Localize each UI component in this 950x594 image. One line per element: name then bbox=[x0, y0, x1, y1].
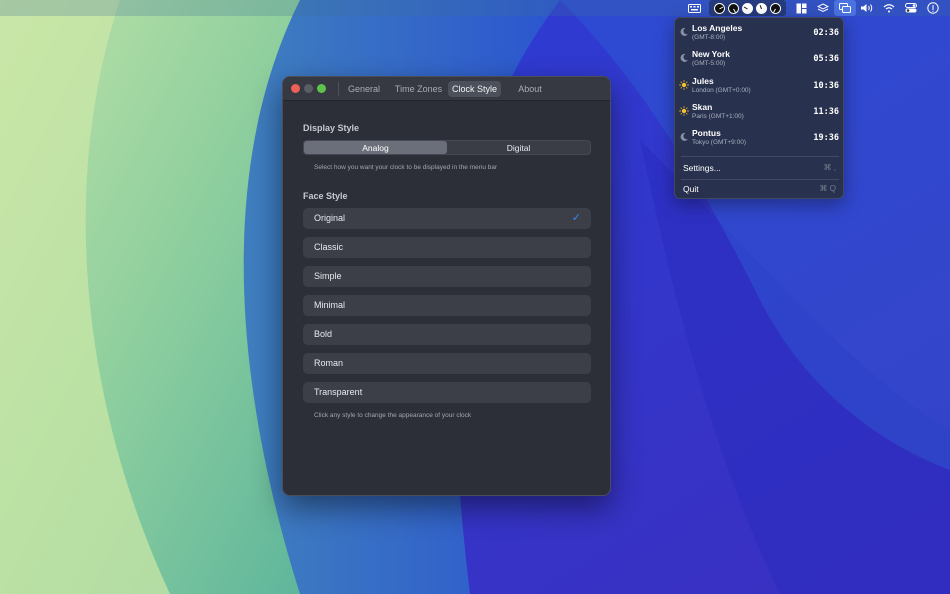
time-zone-row-new-york[interactable]: New York (GMT-5:00) 05:36 bbox=[675, 47, 845, 73]
face-style-label: Original bbox=[314, 213, 346, 223]
settings-window: General Time Zones Clock Style About Dis… bbox=[282, 76, 611, 496]
moon-icon bbox=[680, 53, 688, 62]
app-window-icon[interactable] bbox=[834, 0, 856, 16]
quit-shortcut: ⌘ Q bbox=[819, 184, 836, 193]
clock-icon bbox=[714, 2, 725, 14]
face-style-label: Minimal bbox=[314, 300, 346, 310]
face-style-label: Roman bbox=[314, 358, 344, 368]
digital-option[interactable]: Digital bbox=[447, 141, 590, 154]
quit-menu-item[interactable]: Quit ⌘ Q bbox=[675, 180, 845, 198]
time-zone-time: 19:36 bbox=[813, 133, 839, 143]
settings-label: Settings... bbox=[683, 163, 721, 173]
analog-option[interactable]: Analog bbox=[304, 141, 447, 154]
minimize-window-button[interactable] bbox=[304, 84, 313, 93]
sun-icon bbox=[679, 106, 689, 116]
face-style-heading: Face Style bbox=[303, 191, 348, 201]
time-zone-offset: London (GMT+0:00) bbox=[692, 87, 751, 94]
face-style-label: Transparent bbox=[314, 387, 363, 397]
quit-label: Quit bbox=[683, 184, 699, 194]
layers-icon[interactable] bbox=[812, 0, 834, 16]
face-style-option-classic[interactable]: Classic bbox=[303, 237, 591, 258]
face-style-hint: Click any style to change the appearance… bbox=[314, 412, 472, 419]
face-style-label: Bold bbox=[314, 329, 333, 339]
tab-divider bbox=[338, 82, 339, 96]
checkmark-icon: ✓ bbox=[571, 212, 581, 224]
clock-icon bbox=[770, 2, 781, 14]
face-style-label: Simple bbox=[314, 271, 342, 281]
menu-bar bbox=[0, 0, 950, 16]
volume-icon[interactable] bbox=[856, 0, 878, 16]
time-zone-name: Skan bbox=[692, 102, 713, 112]
time-zone-name: Jules bbox=[692, 76, 714, 86]
time-zone-row-jules[interactable]: Jules London (GMT+0:00) 10:36 bbox=[675, 74, 845, 100]
face-style-option-roman[interactable]: Roman bbox=[303, 353, 591, 374]
display-style-segmented-control: Analog Digital bbox=[303, 140, 591, 155]
clock-icon bbox=[742, 2, 753, 14]
settings-shortcut: ⌘ , bbox=[823, 163, 836, 172]
moon-icon bbox=[680, 132, 688, 141]
time-zone-offset: Tokyo (GMT+9:00) bbox=[692, 139, 747, 146]
time-zone-offset: (GMT-5:00) bbox=[692, 60, 726, 67]
menu-separator bbox=[681, 156, 839, 157]
settings-menu-item[interactable]: Settings... ⌘ , bbox=[675, 159, 845, 177]
moon-icon bbox=[680, 27, 688, 36]
maximize-window-button[interactable] bbox=[317, 84, 326, 93]
time-zone-time: 11:36 bbox=[813, 107, 839, 117]
tab-general[interactable]: General bbox=[343, 81, 385, 97]
time-zone-row-los-angeles[interactable]: Los Angeles (GMT-8:00) 02:36 bbox=[675, 21, 845, 47]
time-zone-offset: (GMT-8:00) bbox=[692, 34, 726, 41]
world-clock-dropdown-menu: Los Angeles (GMT-8:00) 02:36 New York (G… bbox=[674, 17, 844, 199]
tab-clock-style[interactable]: Clock Style bbox=[448, 81, 501, 97]
time-zone-row-skan[interactable]: Skan Paris (GMT+1:00) 11:36 bbox=[675, 100, 845, 126]
world-clock-status-item[interactable] bbox=[709, 0, 786, 16]
time-zone-row-pontus[interactable]: Pontus Tokyo (GMT+9:00) 19:36 bbox=[675, 126, 845, 152]
window-layout-icon[interactable] bbox=[790, 0, 812, 16]
keyboard-icon[interactable] bbox=[683, 0, 705, 16]
face-style-option-transparent[interactable]: Transparent bbox=[303, 382, 591, 403]
display-style-hint: Select how you want your clock to be dis… bbox=[314, 164, 498, 171]
time-zone-time: 05:36 bbox=[813, 54, 839, 64]
sun-icon bbox=[679, 80, 689, 90]
wifi-icon[interactable] bbox=[878, 0, 900, 16]
face-style-label: Classic bbox=[314, 242, 344, 252]
display-style-heading: Display Style bbox=[303, 123, 360, 133]
time-zone-time: 10:36 bbox=[813, 81, 839, 91]
close-window-button[interactable] bbox=[291, 84, 300, 93]
time-zone-name: Pontus bbox=[692, 128, 721, 138]
time-zone-name: Los Angeles bbox=[692, 23, 743, 33]
time-zone-offset: Paris (GMT+1:00) bbox=[692, 113, 744, 120]
clock-icon bbox=[728, 2, 739, 14]
tab-time-zones[interactable]: Time Zones bbox=[392, 81, 445, 97]
time-zone-name: New York bbox=[692, 49, 730, 59]
menu-bar-status-items bbox=[683, 0, 944, 16]
face-style-option-bold[interactable]: Bold bbox=[303, 324, 591, 345]
window-titlebar: General Time Zones Clock Style About bbox=[283, 77, 610, 101]
face-style-option-minimal[interactable]: Minimal bbox=[303, 295, 591, 316]
face-style-option-simple[interactable]: Simple bbox=[303, 266, 591, 287]
face-style-option-original[interactable]: Original ✓ bbox=[303, 208, 591, 229]
tab-about[interactable]: About bbox=[512, 81, 548, 97]
info-icon[interactable] bbox=[922, 0, 944, 16]
control-center-icon[interactable] bbox=[900, 0, 922, 16]
time-zone-time: 02:36 bbox=[813, 28, 839, 38]
clock-icon bbox=[756, 2, 767, 14]
